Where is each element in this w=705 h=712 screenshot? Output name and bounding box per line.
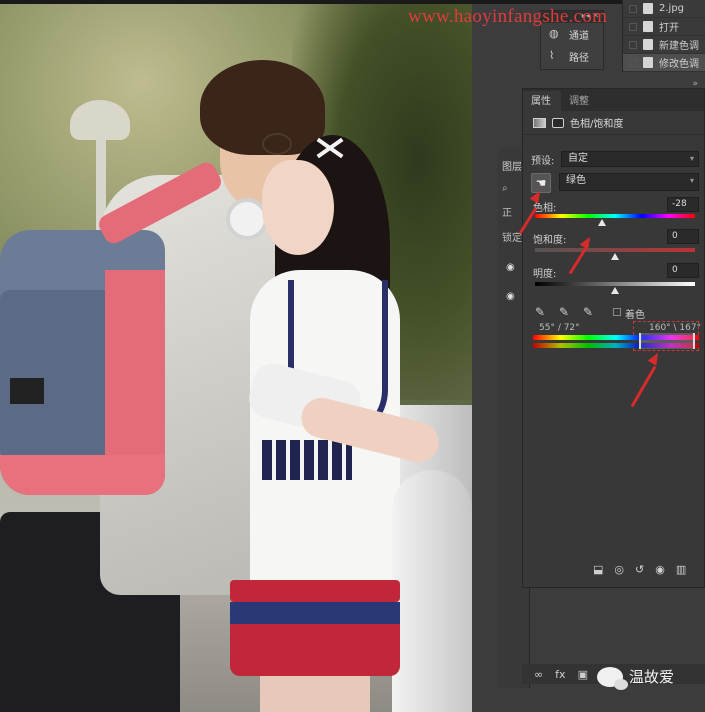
- history-item[interactable]: 新建色调: [623, 36, 705, 54]
- mask-icon[interactable]: [552, 117, 564, 128]
- skirt-band: [230, 624, 400, 676]
- backpack-pink-bottom: [0, 455, 165, 495]
- site-watermark: www.haoyinfangshe.com: [408, 6, 608, 27]
- channel-select[interactable]: 绿色 ▾: [559, 173, 699, 191]
- street-lamp: [70, 100, 130, 140]
- legs: [260, 676, 370, 712]
- history-checkbox[interactable]: [629, 22, 637, 31]
- fx-icon[interactable]: fx: [555, 668, 565, 681]
- properties-titlebar: 色相/饱和度: [523, 111, 704, 135]
- document-icon: [643, 21, 653, 32]
- lightness-slider-thumb[interactable]: [611, 287, 619, 294]
- properties-tabs: 属性 调整: [523, 89, 704, 111]
- range-left-readout: 55° / 72°: [539, 323, 580, 333]
- visibility-toggle-icon[interactable]: ◎: [614, 563, 624, 576]
- channels-label: 通道: [569, 30, 589, 42]
- range-selector[interactable]: [639, 333, 695, 349]
- eyedropper-icon[interactable]: ✎: [535, 305, 545, 319]
- properties-panel[interactable]: » 属性 调整 色相/饱和度 预设: 自定 ▾ ☚ 绿色 ▾ 色相: -28 饱…: [522, 79, 705, 588]
- adjustment-layer-icon: [533, 117, 546, 128]
- history-checkbox[interactable]: [629, 58, 637, 67]
- girl-face: [262, 160, 334, 255]
- image-icon: [643, 3, 653, 14]
- document-icon: [643, 57, 653, 68]
- tab-properties[interactable]: 属性: [523, 91, 561, 111]
- colorize-label: 着色: [625, 310, 645, 321]
- history-item-selected[interactable]: 修改色调: [623, 54, 705, 72]
- paths-label: 路径: [569, 52, 589, 64]
- backpack: [0, 230, 165, 495]
- top-strip: [0, 0, 705, 4]
- chevron-down-icon: ▾: [689, 154, 694, 163]
- preset-select[interactable]: 自定 ▾: [561, 151, 699, 167]
- channels-icon: ◍: [549, 27, 559, 40]
- eye-icon[interactable]: ◉: [655, 563, 665, 576]
- collapse-panel-icon[interactable]: »: [692, 79, 698, 89]
- hue-slider-track[interactable]: [535, 214, 695, 218]
- colorize-checkbox[interactable]: [613, 308, 621, 316]
- history-item[interactable]: 2.jpg: [623, 0, 705, 18]
- railing-post: [392, 470, 472, 712]
- hue-slider-thumb[interactable]: [598, 219, 607, 226]
- paths-icon: ⌇: [549, 49, 555, 62]
- paths-item[interactable]: ⌇ 路径: [541, 45, 603, 67]
- saturation-slider-track[interactable]: [535, 248, 695, 252]
- lightness-value[interactable]: 0: [667, 263, 699, 278]
- glasses: [262, 133, 292, 155]
- history-item-label: 新建色调: [659, 41, 699, 52]
- properties-footer: ⬓ ◎ ↺ ◉ ▥: [593, 563, 686, 576]
- panel-title: 色相/饱和度: [570, 119, 624, 130]
- tab-adjustments[interactable]: 调整: [561, 92, 599, 111]
- eyedropper-plus-icon[interactable]: ✎: [559, 305, 569, 319]
- mask-icon[interactable]: ▣: [578, 668, 588, 681]
- channel-value: 绿色: [566, 175, 586, 186]
- saturation-value[interactable]: 0: [667, 229, 699, 244]
- wechat-name: 温故爱: [629, 668, 675, 686]
- document-icon: [643, 39, 653, 50]
- wechat-watermark: 温故爱: [597, 666, 675, 690]
- reset-icon[interactable]: ↺: [635, 563, 644, 576]
- skirt-band: [230, 580, 400, 602]
- history-item-label: 2.jpg: [659, 3, 685, 14]
- history-checkbox[interactable]: [629, 40, 637, 49]
- chevron-down-icon: ▾: [689, 176, 694, 185]
- history-checkbox[interactable]: [629, 4, 637, 13]
- saturation-slider-thumb[interactable]: [611, 253, 619, 260]
- link-icon[interactable]: ∞: [534, 668, 543, 681]
- backpack-label: [10, 378, 44, 404]
- preset-label: 预设:: [531, 156, 555, 167]
- saturation-label: 饱和度:: [533, 235, 567, 246]
- sweater-lettering: [262, 440, 352, 480]
- lightness-label: 明度:: [533, 269, 557, 280]
- clip-to-layer-icon[interactable]: ⬓: [593, 563, 603, 576]
- lightness-slider-track[interactable]: [535, 282, 695, 286]
- history-item-label: 打开: [659, 23, 679, 34]
- photo-canvas[interactable]: [0, 0, 472, 712]
- history-panel[interactable]: 2.jpg 打开 新建色调 修改色调: [622, 0, 705, 72]
- trash-icon[interactable]: ▥: [676, 563, 686, 576]
- eyedropper-minus-icon[interactable]: ✎: [583, 305, 593, 319]
- hue-value[interactable]: -28: [667, 197, 699, 212]
- wechat-icon: [597, 666, 628, 690]
- preset-value: 自定: [568, 153, 588, 164]
- skirt-band: [230, 602, 400, 624]
- backpack-front-pocket: [0, 290, 120, 460]
- history-item-label: 修改色调: [659, 59, 699, 70]
- history-item[interactable]: 打开: [623, 18, 705, 36]
